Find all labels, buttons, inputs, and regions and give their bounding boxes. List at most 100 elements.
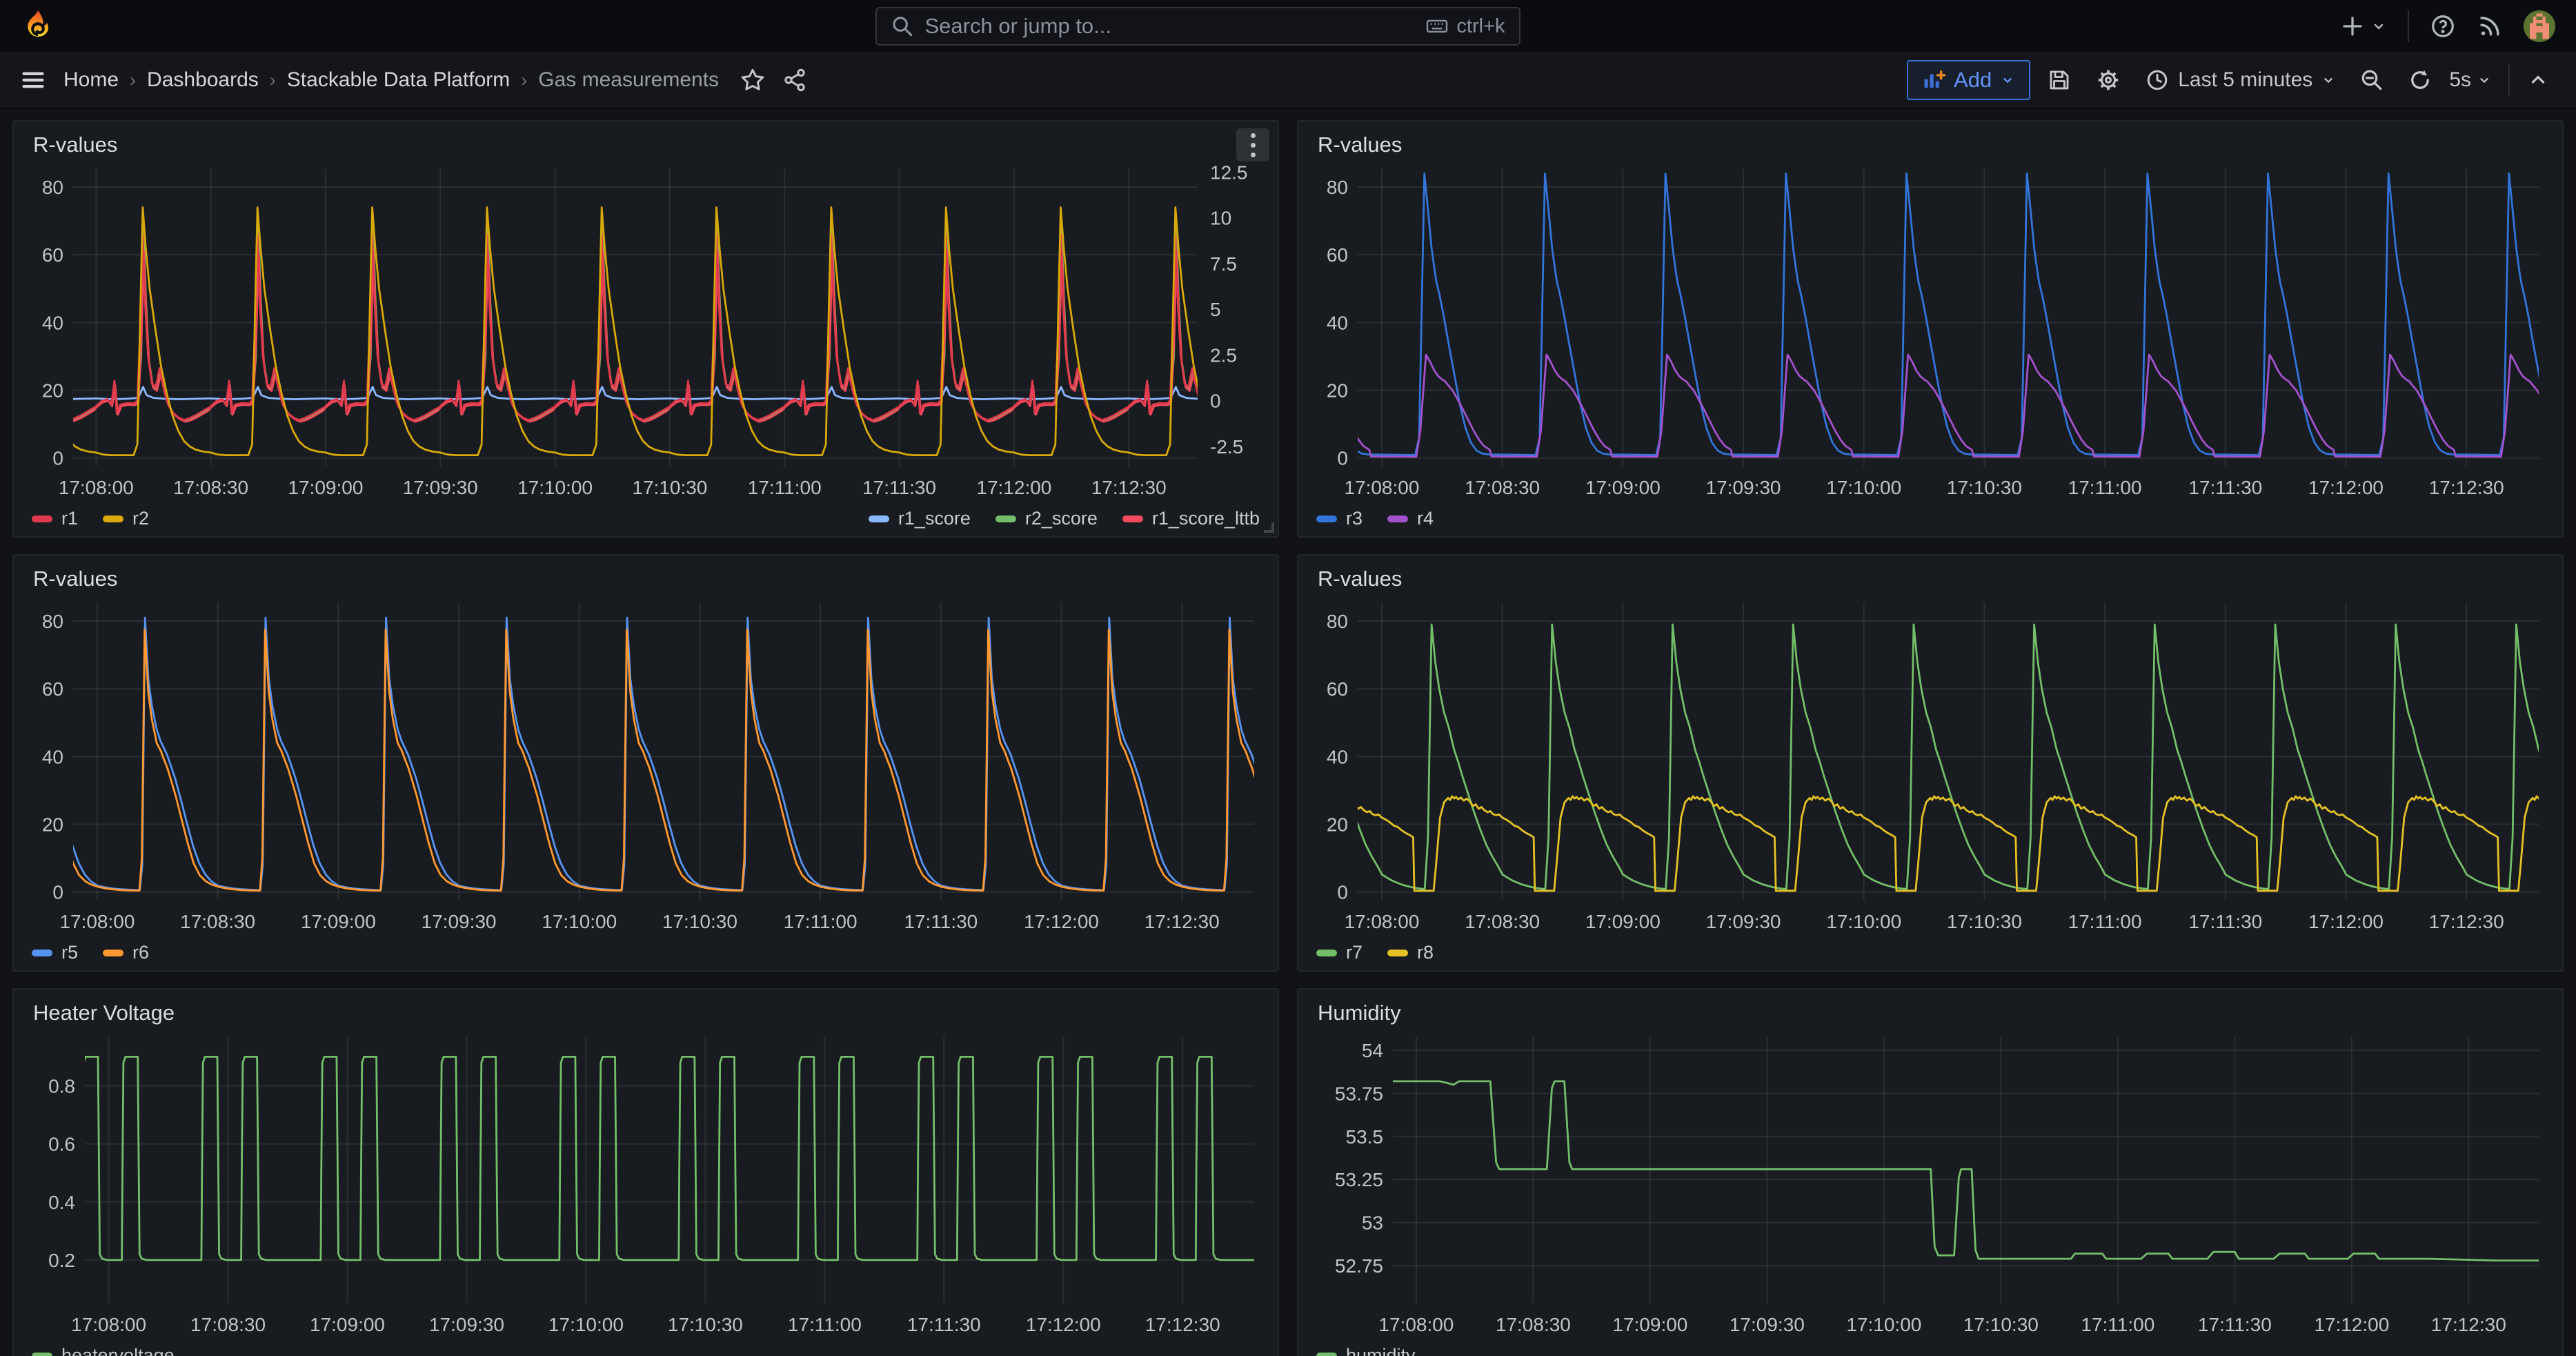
svg-text:17:11:30: 17:11:30 xyxy=(2188,911,2262,932)
panel-legend: heatervoltage xyxy=(26,1339,1265,1356)
svg-text:0: 0 xyxy=(1210,391,1221,412)
panel-title[interactable]: R-values xyxy=(1311,562,1409,593)
zoom-out-icon xyxy=(2359,68,2384,92)
time-series-chart[interactable]: 02040608017:08:0017:08:3017:09:0017:09:3… xyxy=(26,593,1265,936)
svg-text:40: 40 xyxy=(42,312,63,333)
svg-text:17:11:30: 17:11:30 xyxy=(904,911,978,932)
svg-text:17:12:30: 17:12:30 xyxy=(2429,477,2504,498)
svg-text:53: 53 xyxy=(1362,1212,1383,1234)
svg-text:17:11:30: 17:11:30 xyxy=(907,1314,981,1335)
legend-item-r3[interactable]: r3 xyxy=(1316,508,1363,529)
legend-item-r5[interactable]: r5 xyxy=(32,942,78,963)
svg-text:-2.5: -2.5 xyxy=(1210,436,1243,458)
legend-item-humidity[interactable]: humidity xyxy=(1316,1345,1416,1356)
chevron-down-icon xyxy=(2000,72,2015,88)
series-humidity xyxy=(1393,1081,2539,1261)
svg-text:17:12:00: 17:12:00 xyxy=(2308,477,2384,498)
collapse-toolbar-button[interactable] xyxy=(2519,60,2557,100)
time-series-chart[interactable]: 02040608017:08:0017:08:3017:09:0017:09:3… xyxy=(26,159,1265,502)
series-r5 xyxy=(43,618,1265,890)
time-series-chart[interactable]: 02040608017:08:0017:08:3017:09:0017:09:3… xyxy=(1311,593,2550,936)
save-dashboard-button[interactable] xyxy=(2040,60,2079,100)
svg-text:52.75: 52.75 xyxy=(1335,1255,1383,1277)
legend-item-r8[interactable]: r8 xyxy=(1387,942,1434,963)
panel-legend: r3 r4 xyxy=(1311,502,2550,531)
refresh-interval-label: 5s xyxy=(2449,68,2471,92)
panel-title[interactable]: Heater Voltage xyxy=(26,996,181,1027)
svg-text:17:11:00: 17:11:00 xyxy=(2081,1314,2154,1335)
favorite-button[interactable] xyxy=(740,67,766,93)
legend-item-heatervoltage[interactable]: heatervoltage xyxy=(32,1345,175,1356)
legend-swatch xyxy=(869,515,889,522)
new-button[interactable] xyxy=(2340,14,2387,39)
time-range-picker[interactable]: Last 5 minutes xyxy=(2138,60,2343,100)
refresh-button[interactable] xyxy=(2401,60,2439,100)
svg-text:17:08:00: 17:08:00 xyxy=(1344,911,1419,932)
legend-item-r2[interactable]: r2 xyxy=(103,508,149,529)
svg-text:17:08:30: 17:08:30 xyxy=(1465,911,1540,932)
legend-label: r2 xyxy=(132,508,149,529)
svg-text:17:10:00: 17:10:00 xyxy=(1826,477,1901,498)
refresh-icon xyxy=(2408,68,2433,92)
time-series-chart[interactable]: 52.755353.2553.553.755417:08:0017:08:301… xyxy=(1311,1027,2550,1339)
panel-legend: humidity xyxy=(1311,1339,2550,1356)
panel-title[interactable]: R-values xyxy=(26,562,124,593)
panel-resize-handle[interactable] xyxy=(1264,522,1274,533)
svg-text:17:09:00: 17:09:00 xyxy=(301,911,376,932)
menu-toggle-button[interactable] xyxy=(19,66,47,94)
legend-item-r1_score[interactable]: r1_score xyxy=(869,508,971,529)
refresh-interval-picker[interactable]: 5s xyxy=(2449,60,2499,100)
panel-5-humidity: Humidity52.755353.2553.553.755417:08:001… xyxy=(1297,988,2564,1356)
breadcrumb-dashboards[interactable]: Dashboards xyxy=(147,68,259,92)
legend-item-r6[interactable]: r6 xyxy=(103,942,149,963)
time-series-chart[interactable]: 02040608017:08:0017:08:3017:09:0017:09:3… xyxy=(1311,159,2550,502)
star-icon xyxy=(740,67,766,93)
legend-item-r4[interactable]: r4 xyxy=(1387,508,1434,529)
dashboard-settings-button[interactable] xyxy=(2088,60,2128,100)
svg-text:17:10:30: 17:10:30 xyxy=(1963,1314,2039,1335)
breadcrumb-folder[interactable]: Stackable Data Platform xyxy=(287,68,510,92)
svg-text:17:09:00: 17:09:00 xyxy=(288,477,363,498)
panel-1-r-values: R-values02040608017:08:0017:08:3017:09:0… xyxy=(1297,120,2564,538)
time-series-chart[interactable]: 0.20.40.60.817:08:0017:08:3017:09:0017:0… xyxy=(26,1027,1265,1339)
chevron-up-icon xyxy=(2528,70,2548,90)
panel-legend: r5 r6 xyxy=(26,936,1265,965)
panel-title[interactable]: Humidity xyxy=(1311,996,1408,1027)
dashboard-toolbar: Home › Dashboards › Stackable Data Platf… xyxy=(0,52,2576,109)
add-panel-icon xyxy=(1922,68,1945,92)
svg-text:17:09:30: 17:09:30 xyxy=(403,477,478,498)
legend-item-r1_score_lttb[interactable]: r1_score_lttb xyxy=(1122,508,1260,529)
series-r6 xyxy=(43,629,1265,890)
svg-text:17:08:00: 17:08:00 xyxy=(59,477,134,498)
svg-text:17:08:30: 17:08:30 xyxy=(173,477,248,498)
svg-text:53.25: 53.25 xyxy=(1335,1169,1383,1190)
dashboard-quick-actions xyxy=(740,67,807,93)
news-button[interactable] xyxy=(2477,13,2503,39)
breadcrumb-home[interactable]: Home xyxy=(63,68,119,92)
add-panel-label: Add xyxy=(1954,68,1992,92)
legend-item-r7[interactable]: r7 xyxy=(1316,942,1363,963)
panel-title[interactable]: R-values xyxy=(26,128,124,159)
gear-icon xyxy=(2095,67,2121,93)
legend-swatch xyxy=(32,515,52,522)
legend-label: r1_score xyxy=(898,508,971,529)
svg-text:17:09:30: 17:09:30 xyxy=(1730,1314,1805,1335)
legend-item-r1[interactable]: r1 xyxy=(32,508,78,529)
chart-svg: 52.755353.2553.553.755417:08:0017:08:301… xyxy=(1311,1027,2550,1339)
keyboard-icon xyxy=(1426,15,1448,37)
svg-text:17:08:00: 17:08:00 xyxy=(59,911,135,932)
panel-menu-button[interactable] xyxy=(1236,128,1269,161)
share-button[interactable] xyxy=(782,68,807,92)
legend-item-r2_score[interactable]: r2_score xyxy=(995,508,1098,529)
help-button[interactable] xyxy=(2430,13,2456,39)
legend-swatch xyxy=(1316,950,1337,956)
help-icon xyxy=(2430,13,2456,39)
user-avatar[interactable] xyxy=(2524,10,2555,42)
zoom-out-time-button[interactable] xyxy=(2352,60,2391,100)
search-input[interactable]: Search or jump to... ctrl+k xyxy=(875,7,1520,46)
svg-text:17:11:30: 17:11:30 xyxy=(862,477,936,498)
grafana-logo[interactable] xyxy=(21,9,55,43)
add-panel-button[interactable]: Add xyxy=(1907,60,2030,100)
legend-swatch xyxy=(32,950,52,956)
panel-title[interactable]: R-values xyxy=(1311,128,1409,159)
